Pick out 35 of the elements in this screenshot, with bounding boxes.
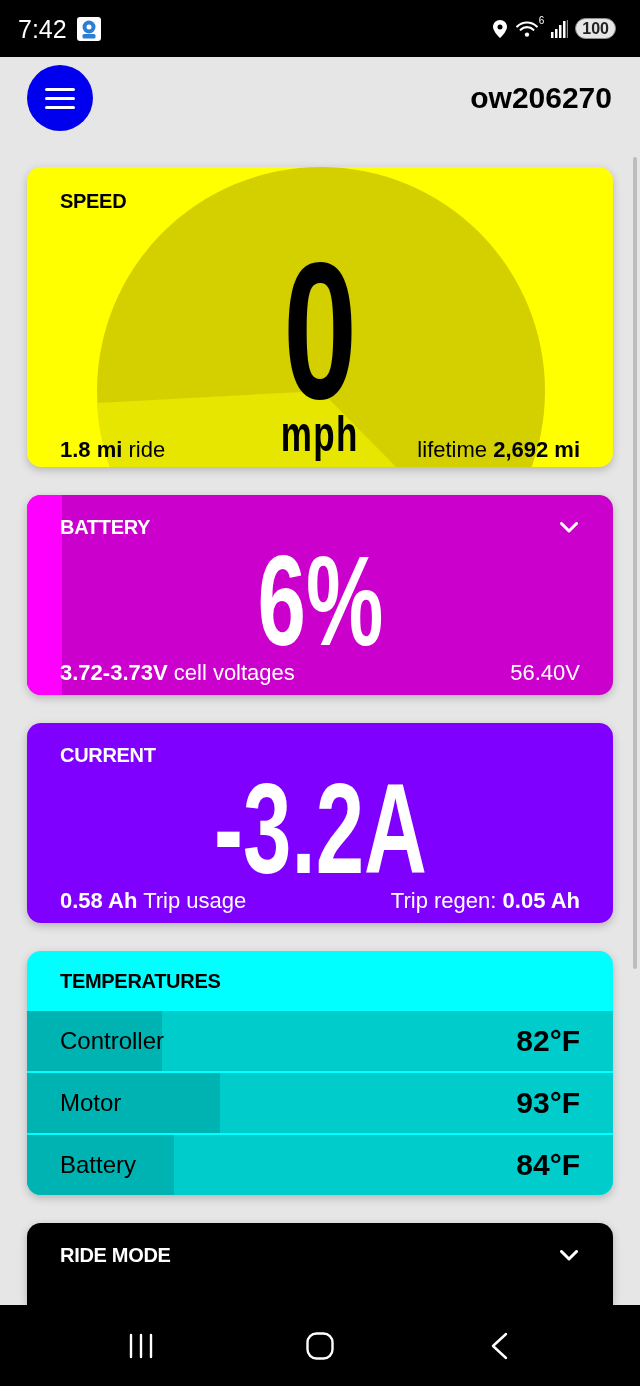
cell-voltage-range: 3.72-3.73V cell voltages: [60, 660, 295, 686]
location-icon: [492, 19, 507, 38]
speed-value: 0: [283, 258, 357, 403]
home-icon[interactable]: [306, 1331, 334, 1360]
card-title: TEMPERATURES: [60, 969, 221, 993]
battery-status-badge: 100: [575, 18, 616, 39]
temperature-reading: 84°F: [516, 1148, 580, 1182]
temperature-reading: 82°F: [516, 1024, 580, 1058]
card-title: BATTERY: [60, 515, 151, 539]
wifi-generation-label: 6: [538, 15, 545, 26]
device-name: ow206270: [470, 80, 612, 116]
signal-icon: [551, 19, 569, 38]
speed-unit: mph: [280, 405, 360, 463]
current-value: -3.2A: [213, 779, 427, 879]
trip-usage: 0.58 Ah Trip usage: [60, 888, 247, 914]
ride-distance: 1.8 mi ride: [60, 437, 166, 463]
battery-percentage: 6%: [257, 551, 383, 651]
recent-apps-icon[interactable]: [128, 1332, 155, 1359]
back-icon[interactable]: [489, 1331, 508, 1360]
card-title: RIDE MODE: [60, 1243, 171, 1267]
temperature-reading: 93°F: [516, 1086, 580, 1120]
scrollbar[interactable]: [633, 157, 637, 969]
temperature-label: Motor: [60, 1089, 122, 1117]
trip-regen: Trip regen: 0.05 Ah: [390, 888, 580, 914]
temperature-label: Battery: [60, 1151, 137, 1179]
app-notification-icon: [76, 16, 101, 41]
card-title: SPEED: [60, 189, 127, 213]
lifetime-distance: lifetime 2,692 mi: [417, 437, 580, 463]
wifi-icon: [515, 20, 538, 37]
chevron-down-icon[interactable]: [560, 1249, 578, 1261]
card-title: CURRENT: [60, 743, 156, 767]
pack-voltage: 56.40V: [510, 660, 580, 686]
menu-icon: [45, 87, 75, 109]
temperature-label: Controller: [60, 1027, 165, 1055]
status-time: 7:42: [18, 14, 67, 43]
